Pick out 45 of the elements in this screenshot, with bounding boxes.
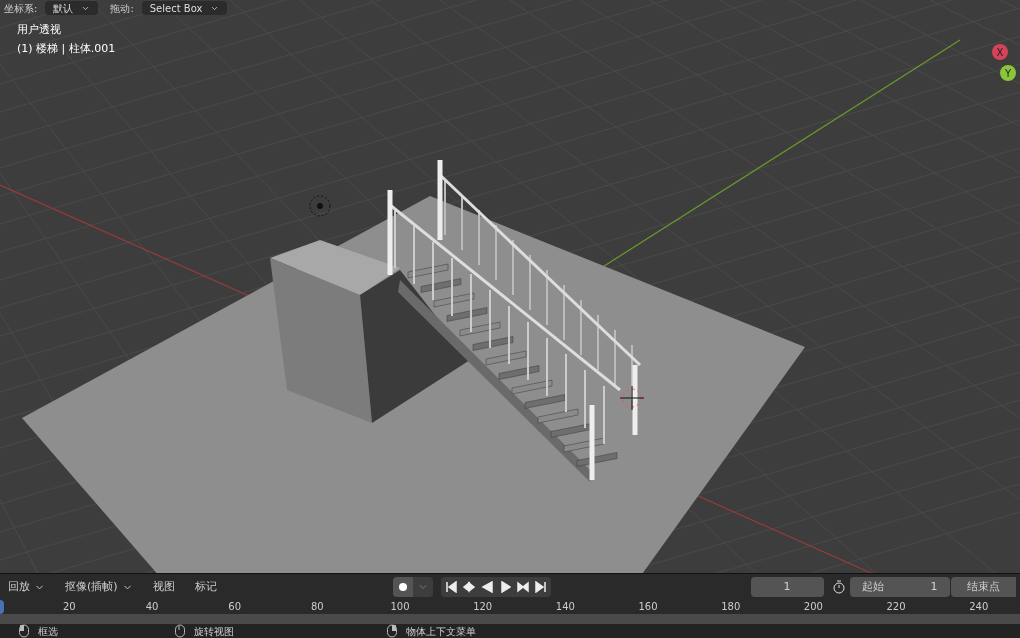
dropdown-field[interactable]: 默认 [45,1,99,15]
status-hint: 框选 [38,625,58,637]
mouse-icon [386,624,398,638]
menu-button[interactable]: 标记 [190,577,221,598]
frame-number: 240 [968,600,990,615]
field-label: 坐标系: [4,1,38,16]
axis-gizmo-handle[interactable]: Y [1000,65,1016,81]
mouse-icon [174,624,186,638]
origin-cursor-icon [619,385,645,411]
menu-button[interactable]: 抠像(插帧) [61,577,137,598]
dropdown-field[interactable]: Select Box [141,1,228,15]
mouse-icon [18,624,30,638]
frame-number: 80 [310,600,325,615]
frame-number: 220 [885,600,907,615]
playhead-marker[interactable] [0,600,4,615]
frame-number: 200 [802,600,824,615]
frame-number: 160 [637,600,659,615]
playback-control-icon[interactable] [444,581,457,594]
timeline-scrollbar[interactable] [0,614,1020,624]
frame-number: 120 [472,600,494,615]
frame-number: 20 [61,600,77,615]
frame-number: 140 [554,600,576,615]
frame-number: 60 [227,600,243,615]
playback-control-icon[interactable] [498,581,511,594]
menu-button[interactable]: 回放 [4,577,49,598]
current-frame-field[interactable]: 1 [750,577,824,598]
frame-number: 40 [144,600,160,615]
status-hint: 物体上下文菜单 [406,625,476,637]
playback-control-icon[interactable] [534,581,547,594]
end-frame-field[interactable]: 结束点 [950,577,1016,598]
light-object-icon [309,195,331,217]
start-frame-field[interactable]: 起始 1 [849,577,950,598]
record-button[interactable] [392,577,413,598]
view-name: 用户透视 [17,22,61,38]
status-hint: 旋转视图 [194,625,234,637]
playback-control-icon[interactable] [480,581,493,594]
playback-control-icon[interactable] [462,581,475,594]
field-label: 拖动: [110,1,134,16]
axis-gizmo-handle[interactable]: X [992,44,1008,60]
menu-button[interactable]: 视图 [148,577,179,598]
playback-control-icon[interactable] [516,581,529,594]
frame-number: 180 [720,600,742,615]
frame-number: 100 [389,600,411,615]
stopwatch-icon[interactable] [831,580,846,595]
object-info: (1) 楼梯 | 柱体.001 [17,41,116,57]
